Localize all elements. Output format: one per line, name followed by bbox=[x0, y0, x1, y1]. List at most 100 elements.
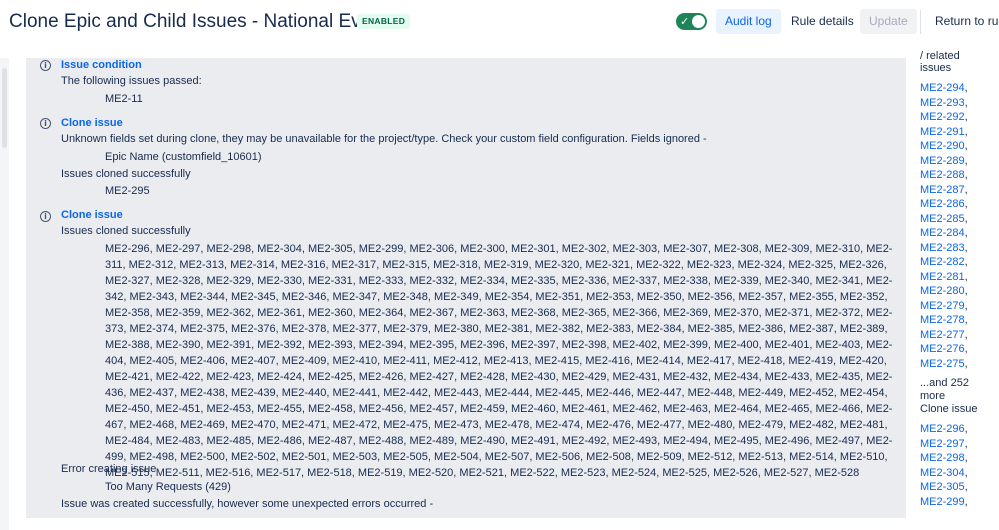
related-issue-row: ME2-279, bbox=[920, 299, 999, 314]
cloned-issue-keys: ME2-296, ME2-297, ME2-298, ME2-304, ME2-… bbox=[105, 243, 893, 479]
related-issue-row: ME2-286, bbox=[920, 197, 999, 212]
comma-separator: , bbox=[964, 285, 968, 297]
audit-log-details: i Issue condition The following issues p… bbox=[26, 58, 906, 518]
rule-header: Clone Epic and Child Issues - National E… bbox=[0, 0, 999, 44]
action-title-issue-condition[interactable]: Issue condition bbox=[61, 59, 142, 72]
related-issue-link[interactable]: ME2-281 bbox=[920, 271, 965, 283]
action-title-clone-issue[interactable]: Clone issue bbox=[61, 117, 123, 130]
related-issues-column: / related issues ME2-294, ME2-293, ME2-292… bbox=[920, 50, 999, 530]
related-issue-row: ME2-293, bbox=[920, 96, 999, 111]
cloned-label: Issues cloned successfully bbox=[61, 168, 191, 180]
comma-separator: , bbox=[964, 212, 968, 225]
related-issue-row: ME2-291, bbox=[920, 125, 999, 140]
comma-separator: , bbox=[964, 256, 968, 268]
related-header-line1: / related bbox=[920, 50, 960, 62]
final-note: Issue was created successfully, however … bbox=[61, 498, 434, 510]
related-issue-link[interactable]: ME2-276 bbox=[920, 343, 965, 355]
related-issue-link[interactable]: ME2-277 bbox=[920, 329, 965, 341]
related-issue-row: ME2-298, bbox=[920, 451, 999, 466]
update-button[interactable]: Update bbox=[860, 9, 917, 34]
action-title-clone-issue-2[interactable]: Clone issue bbox=[61, 209, 123, 222]
error-detail: Too Many Requests (429) bbox=[105, 481, 231, 493]
related-issue-link[interactable]: ME2-297 bbox=[920, 438, 965, 450]
related-issue-link[interactable]: ME2-299 bbox=[920, 496, 965, 508]
related-issue-link[interactable]: ME2-305 bbox=[920, 481, 965, 493]
header-divider bbox=[920, 10, 921, 34]
related-issue-link[interactable]: ME2-280 bbox=[920, 285, 965, 297]
comma-separator: , bbox=[964, 466, 968, 479]
return-to-rules-button[interactable]: Return to rules bbox=[926, 9, 999, 34]
related-issue-link[interactable]: ME2-291 bbox=[920, 126, 965, 138]
condition-text: The following issues passed: bbox=[61, 75, 202, 87]
rule-enabled-toggle[interactable]: ✓ bbox=[676, 13, 707, 30]
comma-separator: , bbox=[964, 227, 968, 239]
comma-separator: , bbox=[964, 299, 968, 312]
related-issue-link[interactable]: ME2-292 bbox=[920, 111, 965, 123]
related-issue-row: ME2-283, bbox=[920, 241, 999, 256]
info-icon: i bbox=[40, 118, 51, 129]
related-issue-row: ME2-275, bbox=[920, 357, 999, 372]
passed-issue-key: ME2-11 bbox=[105, 93, 143, 105]
related-issue-link[interactable]: ME2-289 bbox=[920, 155, 965, 167]
comma-separator: , bbox=[964, 140, 968, 152]
comma-separator: , bbox=[964, 314, 968, 326]
comma-separator: , bbox=[964, 343, 968, 355]
related-issue-row: ME2-292, bbox=[920, 110, 999, 125]
cloned-issue-key: ME2-295 bbox=[105, 185, 150, 197]
related-issue-row: ME2-284, bbox=[920, 226, 999, 241]
check-icon: ✓ bbox=[680, 15, 690, 28]
related-issue-row: ME2-290, bbox=[920, 139, 999, 154]
comma-separator: , bbox=[964, 452, 968, 464]
status-badge: ENABLED bbox=[357, 14, 411, 29]
related-issue-link[interactable]: ME2-296 bbox=[920, 423, 965, 435]
rule-details-button[interactable]: Rule details bbox=[782, 9, 863, 34]
related-issue-row: ME2-299, bbox=[920, 495, 999, 510]
related-issue-row: ME2-281, bbox=[920, 270, 999, 285]
related-issue-row: ME2-282, bbox=[920, 255, 999, 270]
related-issue-row: ME2-289, bbox=[920, 154, 999, 169]
related-issue-link[interactable]: ME2-288 bbox=[920, 169, 965, 181]
comma-separator: , bbox=[964, 481, 968, 493]
related-issue-link[interactable]: ME2-304 bbox=[920, 467, 965, 479]
related-issue-row: ME2-287, bbox=[920, 183, 999, 198]
related-issue-link[interactable]: ME2-279 bbox=[920, 300, 965, 312]
comma-separator: , bbox=[964, 357, 968, 370]
comma-separator: , bbox=[964, 183, 968, 196]
related-issue-row: ME2-294, bbox=[920, 81, 999, 96]
comma-separator: , bbox=[964, 125, 968, 138]
left-scrollbar[interactable] bbox=[0, 58, 9, 530]
related-issue-row: ME2-297, bbox=[920, 437, 999, 452]
related-issue-link[interactable]: ME2-284 bbox=[920, 227, 965, 239]
comma-separator: , bbox=[964, 423, 968, 435]
related-issue-row: ME2-276, bbox=[920, 342, 999, 357]
related-header-line2: issues bbox=[920, 62, 952, 74]
comma-separator: , bbox=[964, 328, 968, 341]
more-line1: ...and 252 bbox=[920, 377, 969, 389]
clone-links-group: ME2-296, ME2-297, ME2-298, ME2-304, ME2-305,… bbox=[920, 422, 999, 509]
related-links-group: ME2-294, ME2-293, ME2-292, ME2-291, ME2-290,… bbox=[920, 81, 999, 371]
audit-log-button[interactable]: Audit log bbox=[716, 9, 781, 34]
related-issue-link[interactable]: ME2-282 bbox=[920, 256, 965, 268]
error-label: Error creating issue bbox=[61, 463, 157, 475]
related-issue-link[interactable]: ME2-293 bbox=[920, 97, 965, 109]
more-line3: Clone issue bbox=[920, 403, 978, 415]
comma-separator: , bbox=[964, 495, 968, 508]
comma-separator: , bbox=[964, 111, 968, 123]
related-issue-link[interactable]: ME2-275 bbox=[920, 358, 965, 370]
related-issue-link[interactable]: ME2-287 bbox=[920, 184, 965, 196]
related-issue-link[interactable]: ME2-286 bbox=[920, 198, 965, 210]
related-issue-link[interactable]: ME2-290 bbox=[920, 140, 965, 152]
ignored-field: Epic Name (customfield_10601) bbox=[105, 151, 262, 163]
related-issue-link[interactable]: ME2-285 bbox=[920, 213, 965, 225]
related-issue-link[interactable]: ME2-294 bbox=[920, 82, 965, 94]
related-issue-row: ME2-277, bbox=[920, 328, 999, 343]
scrollbar-thumb[interactable] bbox=[2, 68, 7, 148]
related-issue-link[interactable]: ME2-298 bbox=[920, 452, 965, 464]
related-issue-link[interactable]: ME2-278 bbox=[920, 314, 965, 326]
comma-separator: , bbox=[964, 241, 968, 254]
related-issue-link[interactable]: ME2-283 bbox=[920, 242, 965, 254]
related-issue-row: ME2-285, bbox=[920, 212, 999, 227]
related-issue-row: ME2-280, bbox=[920, 284, 999, 299]
comma-separator: , bbox=[964, 198, 968, 210]
clone-warning-text: Unknown fields set during clone, they ma… bbox=[61, 133, 707, 145]
